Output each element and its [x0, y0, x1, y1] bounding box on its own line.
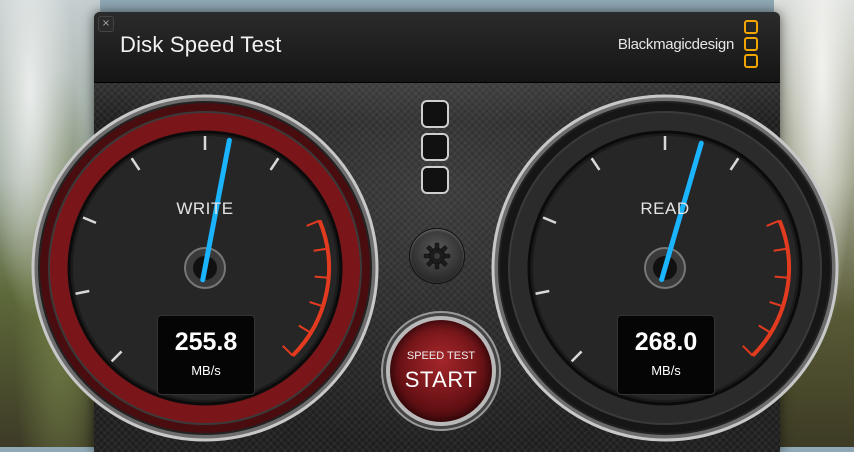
write-gauge-label: WRITE [176, 199, 234, 218]
read-speed-readout: 268.0 MB/s [617, 315, 715, 395]
start-button-subtitle: SPEED TEST [406, 350, 476, 362]
settings-button[interactable] [409, 228, 465, 284]
write-speed-readout: 255.8 MB/s [157, 315, 255, 395]
write-speed-unit: MB/s [191, 363, 221, 378]
read-gauge-label: READ [640, 199, 690, 218]
start-button-label: START [404, 367, 478, 392]
start-speed-test-button[interactable]: SPEED TEST START [386, 316, 496, 426]
write-speed-value: 255.8 [174, 328, 238, 356]
read-redline-tick [774, 275, 789, 279]
blackmagic-logo-icon [421, 100, 453, 199]
read-speed-unit: MB/s [651, 363, 681, 378]
read-speed-value: 268.0 [634, 328, 698, 356]
write-redline-tick [314, 275, 329, 279]
gear-icon [423, 242, 451, 270]
